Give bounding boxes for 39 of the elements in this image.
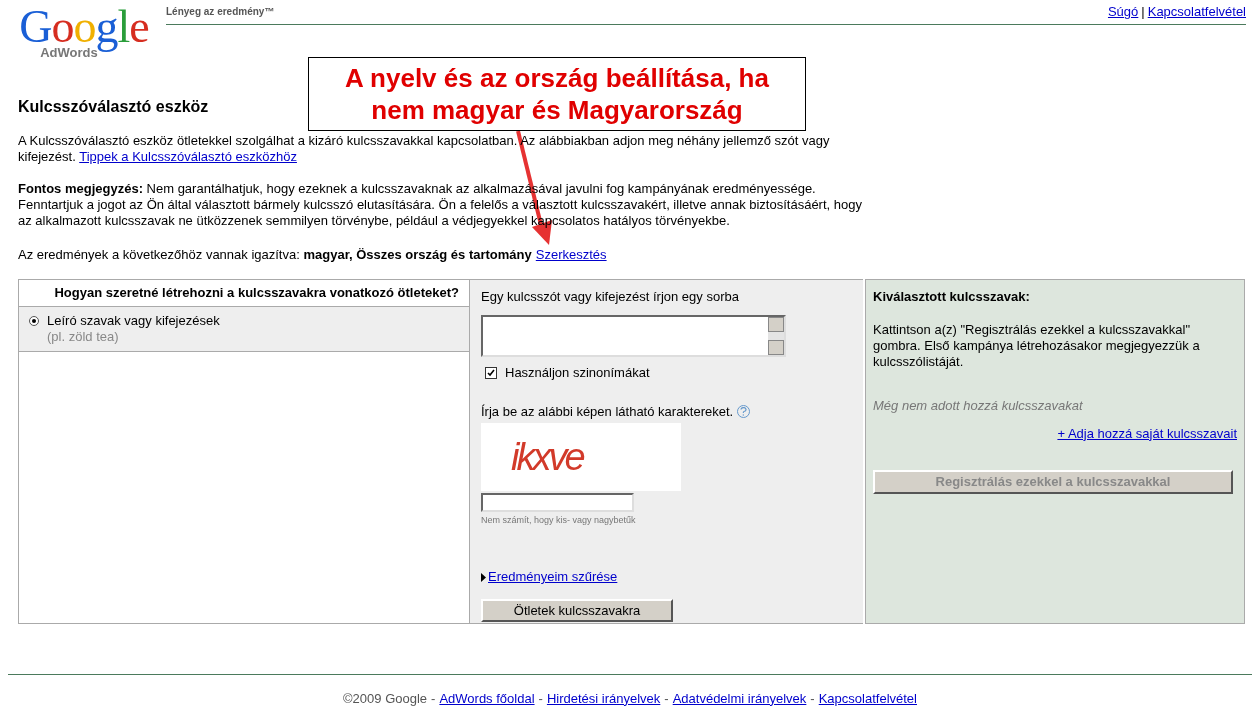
scrollbar[interactable] — [768, 317, 784, 356]
footer-link[interactable]: Hirdetési irányelvek — [546, 688, 661, 708]
synonyms-checkbox[interactable] — [485, 367, 497, 380]
triangle-right-icon — [481, 572, 486, 582]
link-separator: - — [664, 689, 669, 708]
submit-button[interactable]: Ötletek kulcsszavakra — [481, 599, 673, 623]
logo-product: AdWords — [40, 46, 98, 59]
option-label: Leíró szavak vagy kifejezések — [47, 312, 220, 329]
captcha-input[interactable] — [481, 492, 634, 512]
empty-keywords-text: Még nem adott hozzá kulcsszavakat — [873, 397, 1084, 415]
link-separator: | — [1141, 4, 1145, 19]
option-hint: (pl. zöld tea) — [47, 328, 120, 345]
tips-link[interactable]: Tippek a Kulcsszóválasztó eszközhöz — [79, 149, 297, 164]
link-separator: - — [810, 689, 815, 708]
keyword-textarea[interactable] — [481, 315, 786, 358]
radio-button[interactable] — [29, 315, 39, 326]
help-link[interactable]: Súgó — [1107, 4, 1139, 19]
keyword-label: Egy kulcsszót vagy kifejezést írjon egy sorba — [481, 287, 740, 306]
selected-instructions: Kattintson a(z) "Regisztrálás ezekkel a kulcsszavakkal" gombra. Első kampánya létrehozásakor megjegyezzük a kulcsszólistáját. — [873, 322, 1201, 370]
selected-heading: Kiválasztott kulcsszavak: — [873, 287, 1031, 306]
captcha-label: Írja be az alábbi képen látható karaktereket. — [481, 402, 734, 421]
method-heading: Hogyan szeretné létrehozni a kulcsszavakra vonatkozó ötleteket? — [19, 279, 469, 307]
captcha-image: ikxve — [481, 423, 681, 491]
targeting-text: Az eredmények a következőhöz vannak igazítva: magyar, Összes ország és tartomány — [18, 246, 532, 264]
page-title: Kulcsszóválasztó eszköz — [18, 97, 209, 117]
link-separator: - — [431, 689, 436, 708]
filter-results-link[interactable]: Eredményeim szűrése — [488, 567, 618, 587]
copyright-text: ©2009 Google — [343, 689, 428, 708]
annotation-callout: A nyelv és az ország beállítása, ha nem magyar és Magyarország — [308, 57, 806, 131]
footer-link[interactable]: Adatvédelmi irányelvek — [672, 688, 807, 708]
tagline: Lényeg az eredmény™ — [166, 5, 275, 19]
footer-link[interactable]: AdWords főoldal — [439, 688, 535, 708]
captcha-hint: Nem számít, hogy kis- vagy nagybetűk — [481, 514, 637, 527]
synonyms-label: Használjon szinonímákat — [505, 364, 650, 383]
footer-link[interactable]: Kapcsolatfelvétel — [818, 688, 917, 708]
contact-link[interactable]: Kapcsolatfelvétel — [1147, 4, 1246, 19]
add-keywords-link[interactable]: + Adja hozzá saját kulcsszavait — [1057, 423, 1237, 443]
link-separator: - — [538, 689, 543, 708]
edit-link[interactable]: Szerkesztés — [535, 245, 607, 265]
